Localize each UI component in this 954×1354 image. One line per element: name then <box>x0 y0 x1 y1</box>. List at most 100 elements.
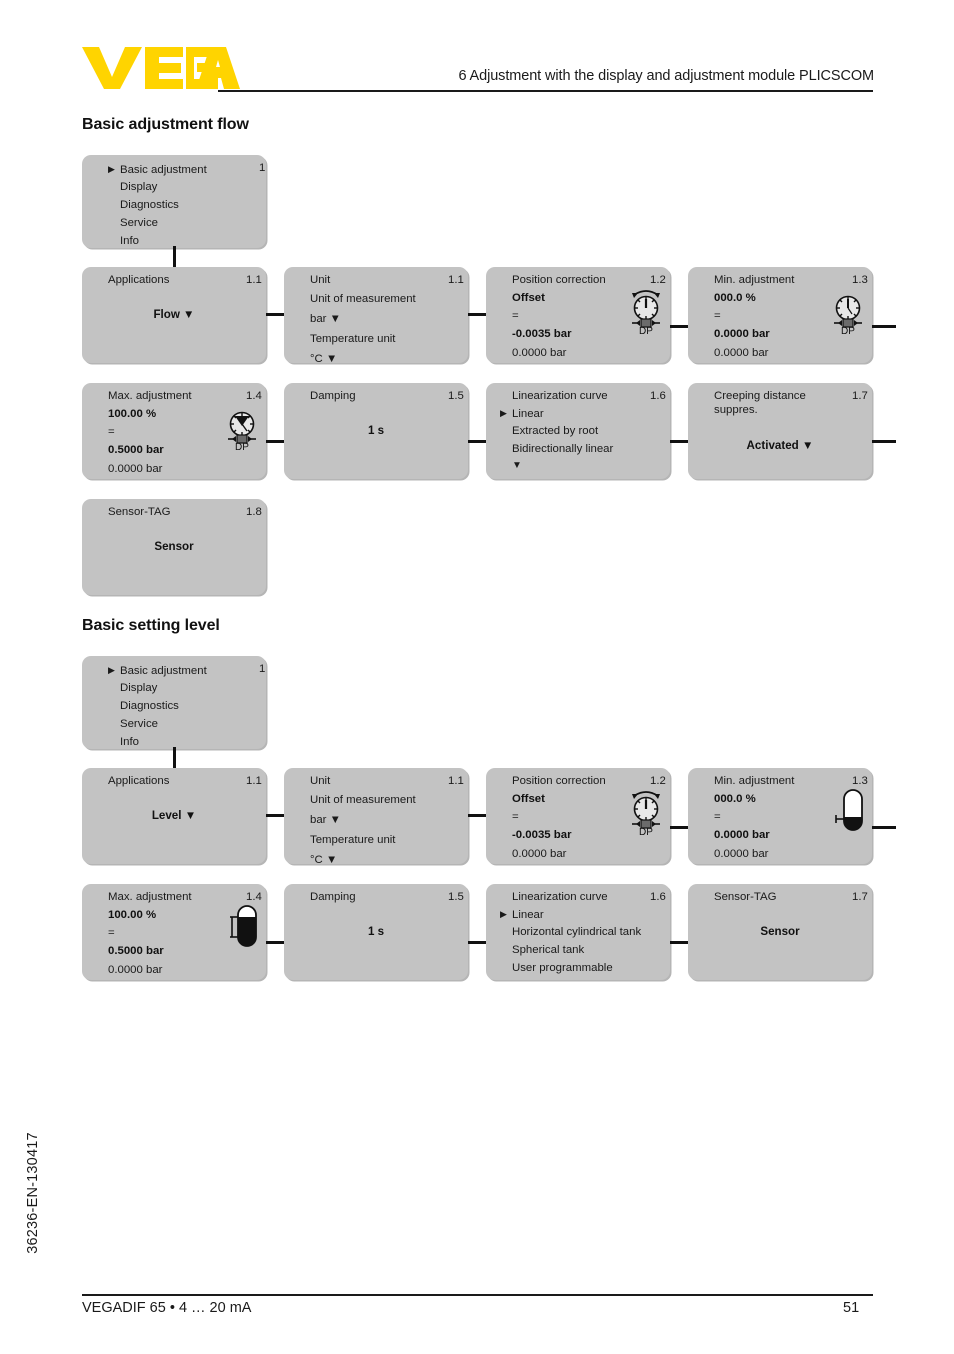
flow-connector-6 <box>468 440 486 443</box>
level-lin-item-3[interactable]: User programmable <box>512 962 613 975</box>
level-unit-line-0: Unit of measurement <box>310 794 416 806</box>
flow-max-adjustment-box[interactable]: Max. adjustment 1.4 100.00 % = 0.5000 ba… <box>82 383 266 479</box>
level-max-adjustment-box[interactable]: Max. adjustment 1.4 100.00 % = 0.5000 ba… <box>82 884 266 980</box>
level-applications-title: Applications <box>108 775 170 787</box>
label: Diagnostics <box>120 700 179 712</box>
level-min-line3: 0.0000 bar <box>714 829 770 842</box>
level-max-adjustment-title: Max. adjustment <box>108 891 192 903</box>
level-position-correction-box[interactable]: Position correction 1.2 Offset = -0.0035… <box>486 768 670 864</box>
level-lin-item-2[interactable]: Spherical tank <box>512 944 584 957</box>
level-connector-3 <box>670 826 688 829</box>
label: Linear <box>512 408 544 420</box>
flow-damping-number: 1.5 <box>448 390 464 402</box>
level-min-line2: = <box>714 811 721 824</box>
level-min-adjustment-number: 1.3 <box>852 775 868 787</box>
level-position-correction-title: Position correction <box>512 775 606 787</box>
header-rule <box>218 90 873 92</box>
flow-menu-number: 1 <box>259 162 266 174</box>
level-applications-value: Level ▼ <box>151 809 197 822</box>
level-damping-box[interactable]: Damping 1.5 1 s <box>284 884 468 980</box>
flow-connector-2 <box>468 313 486 316</box>
level-connector-5 <box>266 941 284 944</box>
level-linearization-box[interactable]: Linearization curve 1.6 ▶ Linear Horizont… <box>486 884 670 980</box>
level-menu-item-diagnostics[interactable]: Diagnostics <box>108 700 179 713</box>
flow-position-correction-number: 1.2 <box>650 274 666 286</box>
flow-min-adjustment-title: Min. adjustment <box>714 274 795 286</box>
flow-pc-line3: -0.0035 bar <box>512 328 572 341</box>
level-position-correction-number: 1.2 <box>650 775 666 787</box>
flow-connector-3 <box>670 325 688 328</box>
level-menu-box[interactable]: 1 ▶ Basic adjustment Display Diagnostics … <box>82 656 266 749</box>
flow-lin-item-0[interactable]: ▶ Linear <box>500 407 544 421</box>
flow-unit-title: Unit <box>310 274 331 286</box>
flow-position-correction-box[interactable]: Position correction 1.2 Offset = -0.0035… <box>486 267 670 363</box>
flow-applications-box[interactable]: Applications 1.1 Flow ▼ <box>82 267 266 363</box>
vega-logo-a <box>196 47 240 89</box>
flow-creeping-number: 1.7 <box>852 390 868 402</box>
flow-linearization-number: 1.6 <box>650 390 666 402</box>
flow-max-line2: = <box>108 426 115 439</box>
flow-sensor-tag-box[interactable]: Sensor-TAG 1.8 Sensor <box>82 499 266 595</box>
level-lin-item-1[interactable]: Horizontal cylindrical tank <box>512 926 641 939</box>
document-page: 6 Adjustment with the display and adjust… <box>0 0 954 1354</box>
label: Linear <box>512 909 544 921</box>
flow-creeping-box[interactable]: Creeping distance suppres. 1.7 Activated… <box>688 383 872 479</box>
flow-linearization-box[interactable]: Linearization curve 1.6 ▶ Linear Extracte… <box>486 383 670 479</box>
flow-applications-value: Flow ▼ <box>153 308 195 321</box>
level-unit-box[interactable]: Unit 1.1 Unit of measurement bar ▼ Tempe… <box>284 768 468 867</box>
flow-menu-item-display[interactable]: Display <box>108 181 157 194</box>
level-menu-item-basic-adjustment[interactable]: ▶ Basic adjustment <box>108 664 207 678</box>
flow-lin-item-3-more[interactable]: ▼ <box>512 459 522 472</box>
flow-pc-line2: = <box>512 310 519 323</box>
level-unit-line-2: Temperature unit <box>310 834 396 846</box>
flow-connector-5 <box>266 440 284 443</box>
dp-gauge-icon: DP <box>626 787 666 838</box>
level-unit-line-1[interactable]: bar ▼ <box>310 814 341 827</box>
level-pc-line3: -0.0035 bar <box>512 829 572 842</box>
flow-menu-item-diagnostics[interactable]: Diagnostics <box>108 199 179 212</box>
level-menu-item-display[interactable]: Display <box>108 682 157 695</box>
flow-lin-item-2[interactable]: Bidirectionally linear <box>512 443 613 456</box>
flow-unit-line-1[interactable]: bar ▼ <box>310 313 341 326</box>
flow-lin-item-1[interactable]: Extracted by root <box>512 425 598 438</box>
flow-creeping-value: Activated ▼ <box>746 439 814 452</box>
level-sensor-tag-box[interactable]: Sensor-TAG 1.7 Sensor <box>688 884 872 980</box>
level-max-line4: 0.0000 bar <box>108 963 163 976</box>
flow-sensor-tag-value: Sensor <box>154 540 194 553</box>
flow-menu-item-info[interactable]: Info <box>108 235 139 248</box>
flow-menu-item-service[interactable]: Service <box>108 217 158 230</box>
dp-gauge-max-icon: DP <box>222 402 262 453</box>
svg-text:DP: DP <box>639 326 653 334</box>
label: Info <box>120 736 139 748</box>
label: Basic adjustment <box>120 164 207 176</box>
level-pc-line2: = <box>512 811 519 824</box>
flow-applications-title: Applications <box>108 274 170 286</box>
flow-unit-line-3[interactable]: °C ▼ <box>310 353 337 366</box>
dp-gauge-icon: DP <box>626 286 666 337</box>
flow-max-line3: 0.5000 bar <box>108 444 164 457</box>
flow-min-line3: 0.0000 bar <box>714 328 770 341</box>
flow-sensor-tag-number: 1.8 <box>246 506 262 518</box>
level-lin-item-0[interactable]: ▶ Linear <box>500 908 544 922</box>
level-menu-item-service[interactable]: Service <box>108 718 158 731</box>
label: Display <box>120 181 158 193</box>
flow-position-correction-title: Position correction <box>512 274 606 286</box>
level-unit-line-3[interactable]: °C ▼ <box>310 854 337 867</box>
footer-page-number: 51 <box>843 1300 860 1316</box>
section-heading-level: Basic setting level <box>82 617 220 634</box>
level-min-adjustment-box[interactable]: Min. adjustment 1.3 000.0 % = 0.0000 bar… <box>688 768 872 864</box>
level-connector-6 <box>468 941 486 944</box>
flow-min-adjustment-box[interactable]: Min. adjustment 1.3 000.0 % = 0.0000 bar… <box>688 267 872 363</box>
flow-unit-line-0: Unit of measurement <box>310 293 416 305</box>
svg-text:DP: DP <box>841 326 855 334</box>
level-unit-title: Unit <box>310 775 331 787</box>
flow-unit-box[interactable]: Unit 1.1 Unit of measurement bar ▼ Tempe… <box>284 267 468 366</box>
flow-menu-box[interactable]: 1 ▶ Basic adjustment Display Diagnostics … <box>82 155 266 248</box>
level-damping-title: Damping <box>310 891 356 903</box>
level-applications-box[interactable]: Applications 1.1 Level ▼ <box>82 768 266 864</box>
flow-menu-item-basic-adjustment[interactable]: ▶ Basic adjustment <box>108 163 207 177</box>
level-max-adjustment-number: 1.4 <box>246 891 262 903</box>
level-menu-item-info[interactable]: Info <box>108 736 139 749</box>
flow-damping-box[interactable]: Damping 1.5 1 s <box>284 383 468 479</box>
level-min-line1: 000.0 % <box>714 793 756 805</box>
